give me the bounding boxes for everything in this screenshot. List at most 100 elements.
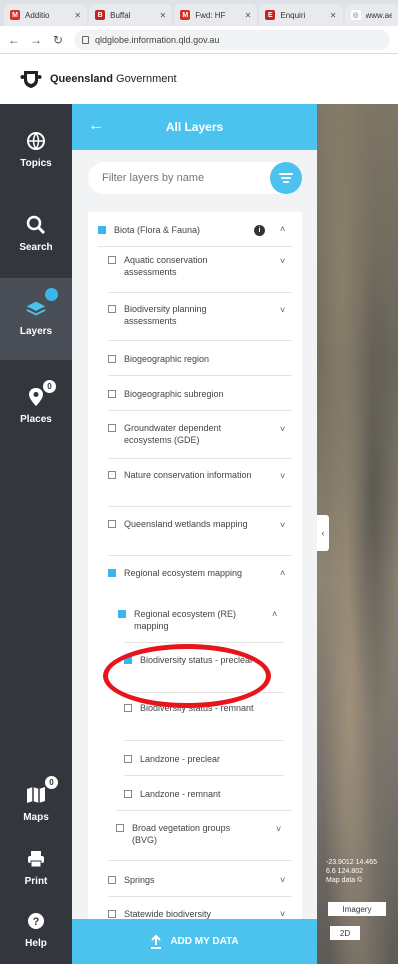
close-icon[interactable]: ✕ <box>74 11 81 20</box>
url-field[interactable]: qldglobe.information.qld.gov.au <box>74 29 390 50</box>
layer-checkbox[interactable] <box>124 755 132 763</box>
imagery-button[interactable]: Imagery <box>328 902 386 916</box>
divider <box>108 340 292 341</box>
layer-item-regional-ecosystem[interactable]: Regional ecosystem mapping <box>108 567 258 579</box>
layers-icon <box>25 288 58 320</box>
sidebar-item-places[interactable]: 0 Places <box>0 380 72 425</box>
divider <box>108 860 292 861</box>
layer-item-qld-wetlands[interactable]: Queensland wetlands mapping <box>108 518 258 530</box>
layer-checkbox[interactable] <box>108 569 116 577</box>
layer-checkbox[interactable] <box>124 656 132 664</box>
chevron-up-icon[interactable]: ˄ <box>280 224 285 234</box>
layer-label: Broad vegetation groups (BVG) <box>132 823 231 845</box>
add-my-data-button[interactable]: ADD MY DATA <box>72 919 317 964</box>
brand-logo[interactable]: Queensland Government <box>50 73 177 85</box>
browser-tab[interactable]: M Fwd: HF ✕ <box>174 4 258 26</box>
layer-item-biota[interactable]: Biota (Flora & Fauna) <box>98 224 268 236</box>
layer-item-aquatic[interactable]: Aquatic conservation assessments <box>108 254 258 278</box>
divider <box>116 810 292 811</box>
info-icon[interactable]: i <box>254 225 265 236</box>
layer-checkbox[interactable] <box>108 390 116 398</box>
layer-item-gde[interactable]: Groundwater dependent ecosystems (GDE) <box>108 422 258 446</box>
layer-label: Biogeographic region <box>124 354 210 364</box>
layer-item-landzone-remnant[interactable]: Landzone - remnant <box>124 788 274 800</box>
back-arrow-icon[interactable]: ← <box>8 33 20 47</box>
close-icon[interactable]: ✕ <box>160 11 167 20</box>
layer-checkbox[interactable] <box>108 520 116 528</box>
sidebar-item-label: Places <box>20 414 52 425</box>
layer-item-nature-conservation[interactable]: Nature conservation information <box>108 469 258 481</box>
chevron-down-icon[interactable]: ˅ <box>276 824 281 834</box>
layer-item-biogeo-region[interactable]: Biogeographic region <box>108 353 268 365</box>
layer-item-springs[interactable]: Springs <box>108 874 258 886</box>
layer-item-landzone-preclear[interactable]: Landzone - preclear <box>124 753 274 765</box>
reload-icon[interactable]: ↻ <box>52 33 64 47</box>
sidebar-item-layers[interactable]: Layers <box>0 278 72 360</box>
sidebar-item-topics[interactable]: Topics <box>0 130 72 169</box>
sidebar-item-label: Search <box>19 242 53 253</box>
layer-item-bvg[interactable]: Broad vegetation groups (BVG) <box>116 822 256 846</box>
coat-of-arms-icon <box>20 71 42 88</box>
layer-checkbox[interactable] <box>108 910 116 918</box>
divider <box>108 555 292 556</box>
browser-tab[interactable]: B Buffal ✕ <box>89 4 173 26</box>
layer-checkbox[interactable] <box>124 704 132 712</box>
layer-item-biodiv-status-remnant[interactable]: Biodiversity status - remnant <box>124 702 264 714</box>
layer-filter-input[interactable] <box>102 172 262 184</box>
chevron-down-icon[interactable]: ˅ <box>280 424 285 434</box>
layer-label: Aquatic conservation assessments <box>124 255 208 277</box>
layer-checkbox[interactable] <box>108 355 116 363</box>
divider <box>108 375 292 376</box>
layer-item-re-mapping[interactable]: Regional ecosystem (RE) mapping <box>118 608 268 632</box>
map-icon: 0 <box>25 776 58 806</box>
chevron-down-icon[interactable]: ˅ <box>280 875 285 885</box>
browser-tab-label: www.ae <box>365 10 392 20</box>
help-icon: ? <box>25 910 47 932</box>
address-bar: ← → ↻ qldglobe.information.qld.gov.au <box>0 26 398 54</box>
browser-tab[interactable]: M Additio ✕ <box>4 4 88 26</box>
sidebar-item-help[interactable]: ? Help <box>0 910 72 949</box>
layer-checkbox[interactable] <box>124 790 132 798</box>
layer-checkbox[interactable] <box>116 824 124 832</box>
svg-text:?: ? <box>33 916 40 928</box>
layer-item-biodiv-planning[interactable]: Biodiversity planning assessments <box>108 303 258 327</box>
browser-tab[interactable]: ◎ www.ae <box>344 4 398 26</box>
layer-checkbox[interactable] <box>118 610 126 618</box>
layer-label: Biodiversity planning assessments <box>124 304 207 326</box>
2d-toggle-button[interactable]: 2D <box>330 926 360 940</box>
browser-tab-bar: M Additio ✕ B Buffal ✕ M Fwd: HF ✕ E Enq… <box>0 0 398 26</box>
chevron-down-icon[interactable]: ˅ <box>280 256 285 266</box>
browser-tab[interactable]: E Enquiri ✕ <box>259 4 343 26</box>
layer-checkbox[interactable] <box>108 305 116 313</box>
layer-checkbox[interactable] <box>98 226 106 234</box>
sidebar-item-print[interactable]: Print <box>0 848 72 887</box>
chevron-down-icon[interactable]: ˅ <box>280 471 285 481</box>
map-view[interactable] <box>317 104 398 964</box>
brand-bold: Queensland <box>50 73 113 85</box>
layer-item-biogeo-subregion[interactable]: Biogeographic subregion <box>108 388 268 400</box>
layer-checkbox[interactable] <box>108 876 116 884</box>
chevron-up-icon[interactable]: ˄ <box>272 609 277 619</box>
chevron-down-icon[interactable]: ˅ <box>280 520 285 530</box>
pin-icon: 0 <box>25 380 56 408</box>
close-icon[interactable]: ✕ <box>245 11 252 20</box>
layer-checkbox[interactable] <box>108 471 116 479</box>
close-icon[interactable]: ✕ <box>330 11 337 20</box>
chevron-down-icon[interactable]: ˅ <box>280 305 285 315</box>
layer-label: Regional ecosystem mapping <box>124 568 243 578</box>
forward-arrow-icon[interactable]: → <box>30 33 42 47</box>
collapse-panel-button[interactable]: ‹ <box>317 515 329 551</box>
chevron-down-icon[interactable]: ˅ <box>280 909 285 919</box>
sidebar-item-maps[interactable]: 0 Maps <box>0 776 72 823</box>
layer-label: Landzone - preclear <box>140 754 221 764</box>
layer-checkbox[interactable] <box>108 256 116 264</box>
browser-tab-label: Enquiri <box>280 10 306 20</box>
back-arrow-icon[interactable]: ← <box>88 117 104 135</box>
chevron-up-icon[interactable]: ˄ <box>280 568 285 578</box>
sidebar-item-search[interactable]: Search <box>0 214 72 253</box>
filter-button[interactable] <box>270 162 302 194</box>
layer-checkbox[interactable] <box>108 424 116 432</box>
layer-label: Queensland wetlands mapping <box>124 519 248 529</box>
add-my-data-label: ADD MY DATA <box>170 936 239 947</box>
layer-item-biodiv-status-preclear[interactable]: Biodiversity status - preclear <box>124 654 264 666</box>
